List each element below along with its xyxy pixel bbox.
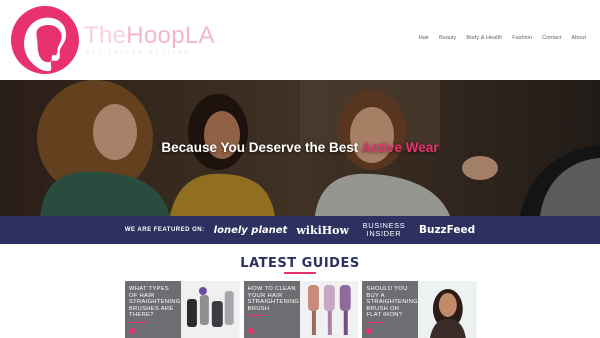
card-accent-line [129, 321, 147, 323]
card-logo-icon [129, 328, 135, 334]
nav-item-body-health[interactable]: Body & Health [466, 35, 502, 41]
brushes-image [181, 281, 240, 338]
guides-list: WHAT TYPES OF HAIR STRAIGHTENING BRUSHES… [125, 281, 478, 338]
heading-underline [284, 272, 316, 274]
guide-card-text: SHOULD YOU BUY A STRAIGHTENING BRUSH OR … [362, 281, 419, 338]
site-logo-text[interactable]: TheHoopLA [84, 22, 215, 50]
brand-wikihow: wikiHow [296, 223, 349, 237]
card-accent-line [366, 321, 385, 323]
nav-item-contact[interactable]: Contact [542, 35, 561, 41]
featured-on-bar: WE ARE FEATURED ON: lonely planet wikiHo… [0, 216, 600, 244]
main-nav: Hair Beauty Body & Health Fashion Contac… [419, 35, 586, 41]
card-logo-icon [247, 328, 254, 334]
latest-guides-heading: LATEST GUIDES [240, 256, 360, 271]
hero-headline: Because You Deserve the Best Active Wear [0, 140, 600, 155]
brand-lonely-planet: lonely planet [213, 224, 288, 236]
guide-card-title: SHOULD YOU BUY A STRAIGHTENING BRUSH OR … [366, 286, 418, 319]
brushes-image [299, 281, 359, 338]
card-accent-line [247, 315, 266, 317]
logo-tagline: ALL THINGS STYLISH [86, 50, 191, 56]
hero-headline-accent: Active Wear [361, 140, 439, 155]
logo-the: The [84, 22, 127, 49]
featured-label: WE ARE FEATURED ON: [124, 227, 205, 233]
hero-headline-main: Because You Deserve the Best [161, 140, 359, 155]
hero-banner: Because You Deserve the Best Active Wear [0, 80, 600, 216]
card-logo-icon [366, 328, 373, 334]
guide-card[interactable]: SHOULD YOU BUY A STRAIGHTENING BRUSH OR … [362, 281, 478, 338]
guide-card[interactable]: HOW TO CLEAN YOUR HAIR STRAIGHTENING BRU… [243, 281, 359, 338]
nav-item-about[interactable]: About [571, 35, 586, 41]
brand-buzzfeed: BuzzFeed [418, 224, 476, 236]
guide-card[interactable]: WHAT TYPES OF HAIR STRAIGHTENING BRUSHES… [125, 281, 240, 338]
woman-portrait-image [418, 281, 478, 338]
nav-item-hair[interactable]: Hair [419, 35, 429, 41]
nav-item-beauty[interactable]: Beauty [439, 35, 456, 41]
guide-card-text: HOW TO CLEAN YOUR HAIR STRAIGHTENING BRU… [243, 281, 300, 338]
woman-profile-logo-icon[interactable] [10, 5, 80, 75]
guide-card-title: HOW TO CLEAN YOUR HAIR STRAIGHTENING BRU… [247, 286, 300, 312]
logo-name: HoopLA [126, 22, 215, 49]
brand-business-insider: BUSINESS INSIDER [362, 221, 406, 238]
guide-card-text: WHAT TYPES OF HAIR STRAIGHTENING BRUSHES… [125, 281, 181, 338]
guide-card-title: WHAT TYPES OF HAIR STRAIGHTENING BRUSHES… [129, 286, 181, 319]
nav-item-fashion[interactable]: Fashion [512, 35, 532, 41]
site-header: TheHoopLA ALL THINGS STYLISH Hair Beauty… [0, 0, 600, 80]
